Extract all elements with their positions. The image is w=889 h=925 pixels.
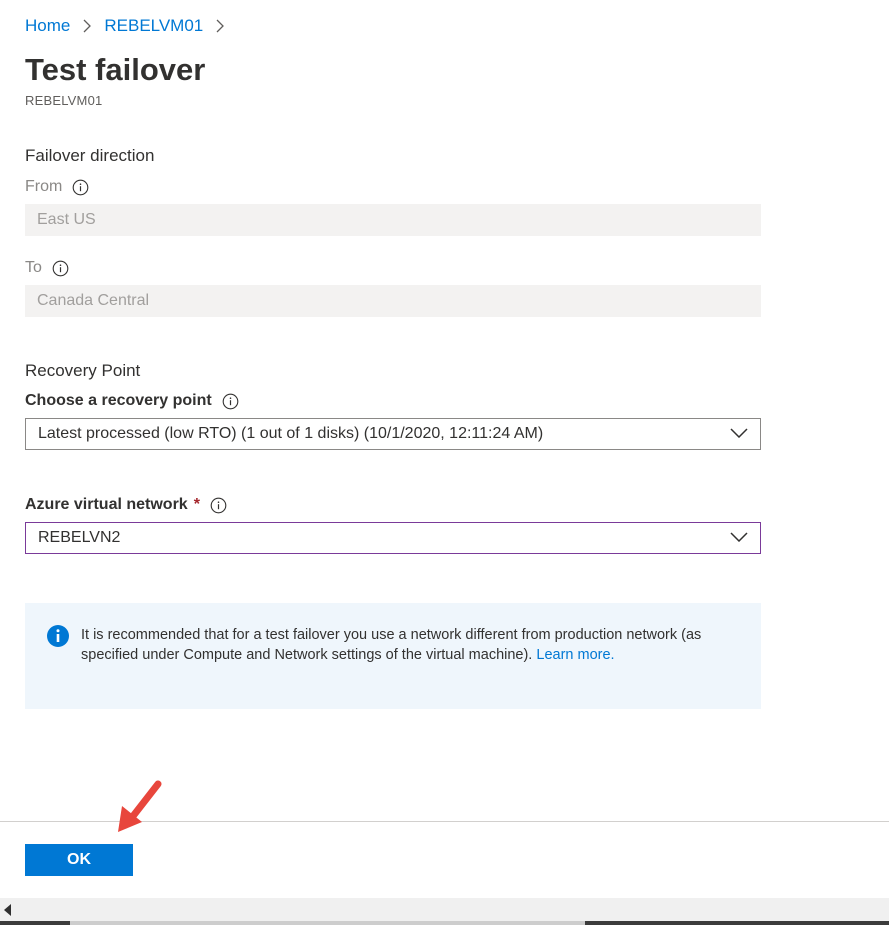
info-message-bar: It is recommended that for a test failov… (25, 603, 761, 709)
to-label-text: To (25, 259, 42, 276)
info-icon[interactable] (72, 179, 89, 196)
scrollbar-thumb[interactable] (70, 921, 585, 925)
failover-direction-heading: Failover direction (25, 146, 155, 165)
info-icon[interactable] (52, 260, 69, 277)
recovery-point-label-text: Choose a recovery point (25, 392, 212, 409)
chevron-down-icon (730, 425, 748, 443)
scrollbar-edge (0, 921, 70, 925)
scroll-left-arrow-icon[interactable] (4, 903, 12, 921)
info-message-text: It is recommended that for a test failov… (81, 625, 731, 709)
breadcrumb: Home REBELVM01 (25, 14, 237, 38)
page-title: Test failover (25, 52, 206, 87)
info-filled-icon (47, 625, 69, 709)
red-arrow-icon (110, 776, 170, 841)
ok-button[interactable]: OK (25, 844, 133, 876)
from-label-text: From (25, 178, 63, 195)
chevron-right-icon (209, 16, 231, 36)
chevron-right-icon (76, 16, 98, 36)
recovery-point-heading: Recovery Point (25, 361, 141, 380)
recovery-point-label: Choose a recovery point (25, 392, 239, 410)
from-field: East US (25, 204, 761, 236)
page-subtitle: REBELVM01 (25, 93, 103, 108)
info-icon[interactable] (210, 497, 227, 514)
to-label: To (25, 259, 69, 277)
network-dropdown[interactable]: REBELVN2 (25, 522, 761, 554)
breadcrumb-vm-link[interactable]: REBELVM01 (104, 16, 203, 36)
breadcrumb-home-link[interactable]: Home (25, 16, 70, 36)
learn-more-link[interactable]: Learn more. (536, 647, 614, 663)
from-label: From (25, 178, 89, 196)
network-selected: REBELVN2 (38, 529, 121, 546)
required-marker: * (193, 496, 200, 513)
network-label: Azure virtual network * (25, 496, 227, 514)
info-icon[interactable] (222, 393, 239, 410)
to-field: Canada Central (25, 285, 761, 317)
recovery-point-dropdown[interactable]: Latest processed (low RTO) (1 out of 1 d… (25, 418, 761, 450)
chevron-down-icon (730, 529, 748, 547)
network-label-text: Azure virtual network (25, 496, 188, 513)
recovery-point-selected: Latest processed (low RTO) (1 out of 1 d… (38, 425, 544, 442)
scrollbar-edge (585, 921, 889, 925)
